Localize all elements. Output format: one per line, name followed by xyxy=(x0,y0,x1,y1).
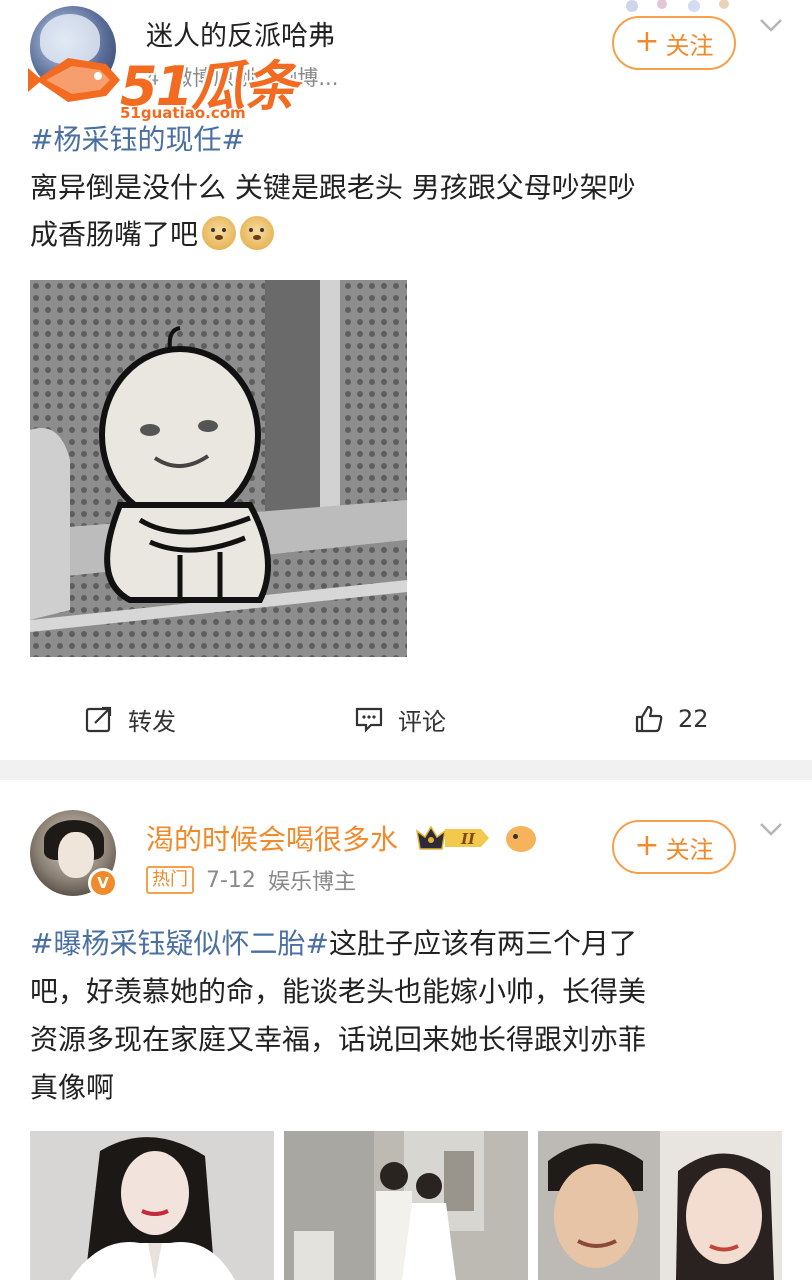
doge-emoji-icon xyxy=(240,216,275,250)
post-text-line: 离异倒是没什么 关键是跟老头 男孩跟父母吵架吵 xyxy=(30,171,636,204)
share-icon xyxy=(85,706,112,733)
comment-button[interactable]: 评论 xyxy=(354,702,446,737)
svg-text:II: II xyxy=(460,830,476,848)
post-card-2: V 渴的时候会喝很多水 II 热门 7-12 娱乐博主 + 关注 #曝杨采钰疑似… xyxy=(0,780,812,1280)
post-card-1: 迷人的反派哈弗 4 微博原创视频博... 51瓜条 51guatiao.com +… xyxy=(0,0,812,760)
thumbs-up-icon xyxy=(635,705,663,733)
post-meta: 热门 7-12 娱乐博主 xyxy=(146,864,356,896)
hashtag-link[interactable]: #曝杨采钰疑似怀二胎# xyxy=(30,927,329,960)
woman-portrait-image-icon xyxy=(30,1131,274,1280)
comment-icon xyxy=(355,707,383,733)
post-username[interactable]: 渴的时候会喝很多水 II xyxy=(146,818,536,858)
hashtag-link[interactable]: #杨采钰的现任# xyxy=(30,118,245,158)
post-meta: 4 微博原创视频博... xyxy=(146,62,338,92)
post-text-line: 真像啊 xyxy=(30,1071,115,1104)
post-text-line: 资源多现在家庭又幸福，话说回来她长得跟刘亦菲 xyxy=(30,1023,647,1056)
post-text: 离异倒是没什么 关键是跟老头 男孩跟父母吵架吵 成香肠嘴了吧 xyxy=(30,164,790,258)
comment-label: 评论 xyxy=(398,707,446,736)
feed-separator xyxy=(0,760,812,780)
post-text: #曝杨采钰疑似怀二胎#这肚子应该有两三个月了 吧，好羡慕她的命，能谈老头也能嫁小… xyxy=(30,920,770,1112)
chevron-down-icon[interactable] xyxy=(758,12,784,38)
post-text-line: #曝杨采钰疑似怀二胎#这肚子应该有两三个月了 xyxy=(30,927,637,960)
like-button[interactable]: 22 xyxy=(634,704,709,734)
like-count: 22 xyxy=(678,705,709,733)
post-image-thumbnail[interactable] xyxy=(30,1131,274,1280)
hot-badge: 热门 xyxy=(146,866,194,894)
post-source: 微博原创视频博... xyxy=(171,66,339,90)
post-image-thumbnail[interactable] xyxy=(538,1131,782,1280)
post-text-line: 吧，好羡慕她的命，能谈老头也能嫁小帅，长得美 xyxy=(30,975,647,1008)
follow-button[interactable]: + 关注 xyxy=(612,16,736,70)
plus-icon: + xyxy=(634,23,660,59)
repost-label: 转发 xyxy=(128,707,176,736)
doge-emoji-icon xyxy=(202,216,237,250)
avatar[interactable] xyxy=(30,6,116,92)
repost-button[interactable]: 转发 xyxy=(84,702,176,737)
post-username[interactable]: 迷人的反派哈弗 xyxy=(146,14,335,53)
plus-icon: + xyxy=(634,827,660,863)
post-date: 7-12 xyxy=(206,867,256,893)
follow-label: 关注 xyxy=(665,31,714,60)
verified-badge: V xyxy=(88,868,118,898)
post-time: 4 xyxy=(146,66,160,90)
post-image[interactable] xyxy=(30,280,407,657)
couple-photo-image-icon xyxy=(284,1131,528,1280)
follow-label: 关注 xyxy=(665,835,714,864)
post-category: 娱乐博主 xyxy=(267,870,356,895)
follow-button[interactable]: + 关注 xyxy=(612,820,736,874)
pufferfish-icon xyxy=(505,826,536,852)
post-text-line: 成香肠嘴了吧 xyxy=(30,211,790,258)
two-faces-image-icon xyxy=(538,1131,782,1280)
meme-sitting-figure-icon xyxy=(30,280,407,657)
action-bar: 转发 评论 22 xyxy=(0,684,812,754)
chevron-down-icon[interactable] xyxy=(758,816,784,842)
membership-crown-icon: II xyxy=(415,825,489,850)
post-image-thumbnail[interactable] xyxy=(284,1131,528,1280)
